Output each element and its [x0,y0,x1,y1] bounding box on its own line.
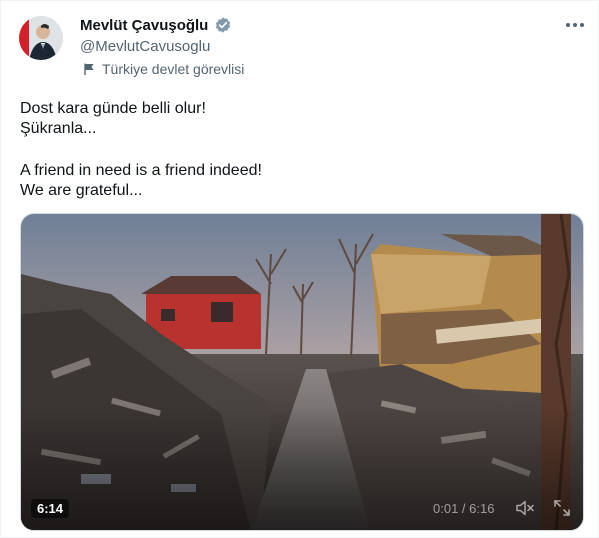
tweet-text-line-5: We are grateful... [20,182,143,199]
avatar[interactable] [19,16,63,60]
tweet-card[interactable]: Mevlüt Çavuşoğlu @MevlutCavusoglu Türkiy… [0,0,599,538]
affiliation-label: Türkiye devlet görevlisi [82,61,244,77]
volume-muted-icon[interactable] [515,498,535,518]
more-icon[interactable] [563,15,587,35]
fullscreen-icon[interactable] [552,498,572,518]
video-duration-badge: 6:14 [31,499,70,518]
flag-icon [84,63,94,75]
author-handle[interactable]: @MevlutCavusoglu [80,38,210,55]
video-time-readout: 0:01 / 6:16 [433,501,495,516]
affiliation-label-text: Türkiye devlet görevlisi [102,61,245,77]
avatar-image [19,16,63,60]
video-player[interactable] [20,213,584,531]
author-name[interactable]: Mevlüt Çavuşoğlu [80,17,208,34]
tweet-text-line-2: Şükranla... [20,120,97,137]
verified-badge-icon [216,17,231,33]
tweet-text-line-1: Dost kara günde belli olur! [20,100,206,117]
video-frame-earthquake-street [21,214,583,530]
tweet-text-line-4: A friend in need is a friend indeed! [20,162,262,179]
